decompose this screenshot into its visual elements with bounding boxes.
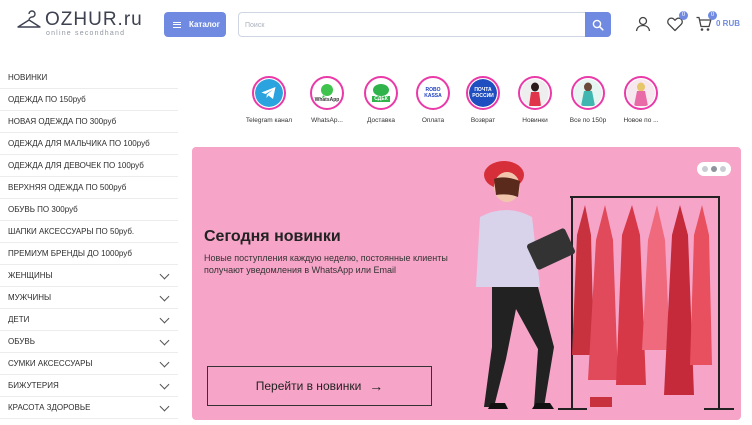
sidebar-item-label: ОДЕЖДА ДЛЯ МАЛЬЧИКА ПО 100руб — [8, 139, 150, 148]
sidebar-item[interactable]: МУЖЧИНЫ — [0, 287, 178, 309]
story-ring — [252, 76, 286, 110]
story-item[interactable]: Telegram канал — [237, 76, 301, 124]
favorites-button[interactable]: 0 — [666, 11, 688, 33]
robokassa-icon: ROBO KASSA — [419, 79, 447, 107]
sidebar-item[interactable]: ОДЕЖДА ПО 150руб — [0, 89, 178, 111]
banner-text: Новые поступления каждую неделю, постоян… — [204, 253, 448, 275]
sidebar-item-label: ОБУВЬ — [8, 337, 35, 346]
sidebar-item-label: ДЕТИ — [8, 315, 30, 324]
stories-row: Telegram канал WhatsApp WhatsAp... СДЕК Дост… — [246, 76, 692, 128]
sidebar-item-label: ВЕРХНЯЯ ОДЕЖДА ПО 500руб — [8, 183, 127, 192]
chevron-down-icon[interactable] — [159, 357, 170, 367]
sidebar-item-label: КРАСОТА ЗДОРОВЬЕ — [8, 403, 91, 412]
story-ring: WhatsApp — [310, 76, 344, 110]
sidebar-item[interactable]: ОБУВЬ ПО 300руб — [0, 199, 178, 221]
search-input[interactable] — [245, 17, 575, 33]
sdek-icon: СДЕК — [367, 79, 395, 107]
story-ring — [518, 76, 552, 110]
sidebar-item-label: НОВИНКИ — [8, 73, 48, 82]
sidebar-item[interactable]: БИЖУТЕРИЯ — [0, 375, 178, 397]
new-arrivals-icon — [521, 79, 549, 107]
story-ring: ПОЧТА РОССИИ — [466, 76, 500, 110]
logo-text: OZHUR.ru — [45, 9, 143, 30]
sidebar-item-label: ОБУВЬ ПО 300руб — [8, 205, 78, 214]
banner-button-label: Перейти в новинки — [255, 379, 362, 393]
slider-dot[interactable] — [702, 166, 709, 172]
user-icon — [635, 16, 651, 32]
all-150-icon — [574, 79, 602, 107]
story-icon-text: WhatsApp — [314, 97, 340, 103]
sidebar-item-label: ОДЕЖДА ДЛЯ ДЕВОЧЕК ПО 100руб — [8, 161, 144, 170]
site-header: OZHUR.ru online secondhand Каталог 0 — [0, 0, 752, 50]
hanger-icon — [17, 10, 41, 28]
story-label: Telegram канал — [245, 117, 293, 124]
catalog-button-label: Каталог — [189, 20, 220, 29]
chevron-down-icon[interactable] — [159, 269, 170, 279]
chevron-down-icon[interactable] — [159, 379, 170, 389]
go-to-new-arrivals-button[interactable]: Перейти в новинки → — [207, 366, 432, 406]
sidebar-item-label: ПРЕМИУМ БРЕНДЫ ДО 1000руб — [8, 249, 132, 258]
sidebar-item-label: НОВАЯ ОДЕЖДА ПО 300руб — [8, 117, 117, 126]
category-sidebar: НОВИНКИ ОДЕЖДА ПО 150руб НОВАЯ ОДЕЖДА ПО 3… — [0, 67, 178, 419]
slider-dots — [697, 162, 731, 176]
sidebar-item[interactable]: ЖЕНЩИНЫ — [0, 265, 178, 287]
sidebar-item[interactable]: ОБУВЬ — [0, 331, 178, 353]
favorites-count-badge: 0 — [679, 11, 688, 20]
sidebar-item-label: ШАПКИ АКСЕССУАРЫ ПО 50руб. — [8, 227, 135, 236]
sidebar-item[interactable]: СУМКИ АКСЕССУАРЫ — [0, 353, 178, 375]
cart-total[interactable]: 0 RUB — [716, 19, 740, 28]
slider-dot[interactable] — [719, 166, 726, 172]
whatsapp-icon: WhatsApp — [313, 79, 341, 107]
sidebar-item[interactable]: ОДЕЖДА ДЛЯ МАЛЬЧИКА ПО 100руб — [0, 133, 178, 155]
slider-dot[interactable] — [710, 166, 717, 172]
cart-button[interactable]: 0 — [695, 11, 717, 33]
sidebar-item-label: ЖЕНЩИНЫ — [8, 271, 53, 280]
story-ring — [624, 76, 658, 110]
sidebar-item[interactable]: ОДЕЖДА ДЛЯ ДЕВОЧЕК ПО 100руб — [0, 155, 178, 177]
story-ring — [571, 76, 605, 110]
search-bar — [238, 12, 611, 37]
account-button[interactable] — [634, 15, 652, 33]
banner-title: Сегодня новинки — [204, 228, 341, 245]
sidebar-item[interactable]: НОВИНКИ — [0, 67, 178, 89]
story-label: Новое по ... — [623, 117, 659, 124]
logo-tagline: online secondhand — [46, 30, 126, 37]
search-button[interactable] — [585, 12, 611, 37]
russian-post-icon: ПОЧТА РОССИИ — [469, 79, 497, 107]
chevron-down-icon[interactable] — [159, 335, 170, 345]
chevron-down-icon[interactable] — [159, 313, 170, 323]
sidebar-item[interactable]: НОВАЯ ОДЕЖДА ПО 300руб — [0, 111, 178, 133]
sidebar-item-label: БИЖУТЕРИЯ — [8, 381, 59, 390]
site-logo[interactable]: OZHUR.ru online secondhand — [16, 9, 143, 37]
hero-banner: Сегодня новинки Новые поступления каждую… — [192, 147, 741, 420]
sidebar-item-label: МУЖЧИНЫ — [8, 293, 52, 302]
arrow-right-icon: → — [369, 378, 384, 394]
sidebar-item-label: СУМКИ АКСЕССУАРЫ — [8, 359, 93, 368]
story-ring: ROBO KASSA — [416, 76, 450, 110]
story-ring: СДЕК — [364, 76, 398, 110]
story-icon-text: СДЕК — [374, 96, 388, 102]
search-icon — [592, 19, 604, 31]
telegram-icon — [255, 79, 283, 107]
sidebar-item-label: ОДЕЖДА ПО 150руб — [8, 95, 86, 104]
sidebar-item[interactable]: ШАПКИ АКСЕССУАРЫ ПО 50руб. — [0, 221, 178, 243]
story-icon-text: ПОЧТА РОССИИ — [472, 87, 494, 99]
sidebar-item[interactable]: КРАСОТА ЗДОРОВЬЕ — [0, 397, 178, 419]
chevron-down-icon[interactable] — [159, 291, 170, 301]
clothing-rack-image — [558, 196, 734, 410]
menu-icon — [173, 21, 181, 28]
catalog-button[interactable]: Каталог — [164, 12, 226, 37]
sidebar-item[interactable]: ДЕТИ — [0, 309, 178, 331]
sidebar-item[interactable]: ВЕРХНЯЯ ОДЕЖДА ПО 500руб — [0, 177, 178, 199]
sidebar-item[interactable]: ПРЕМИУМ БРЕНДЫ ДО 1000руб — [0, 243, 178, 265]
story-item[interactable]: Новое по ... — [609, 76, 673, 124]
new-300-icon — [627, 79, 655, 107]
story-icon-text: ROBO KASSA — [424, 87, 442, 99]
chevron-down-icon[interactable] — [159, 401, 170, 411]
